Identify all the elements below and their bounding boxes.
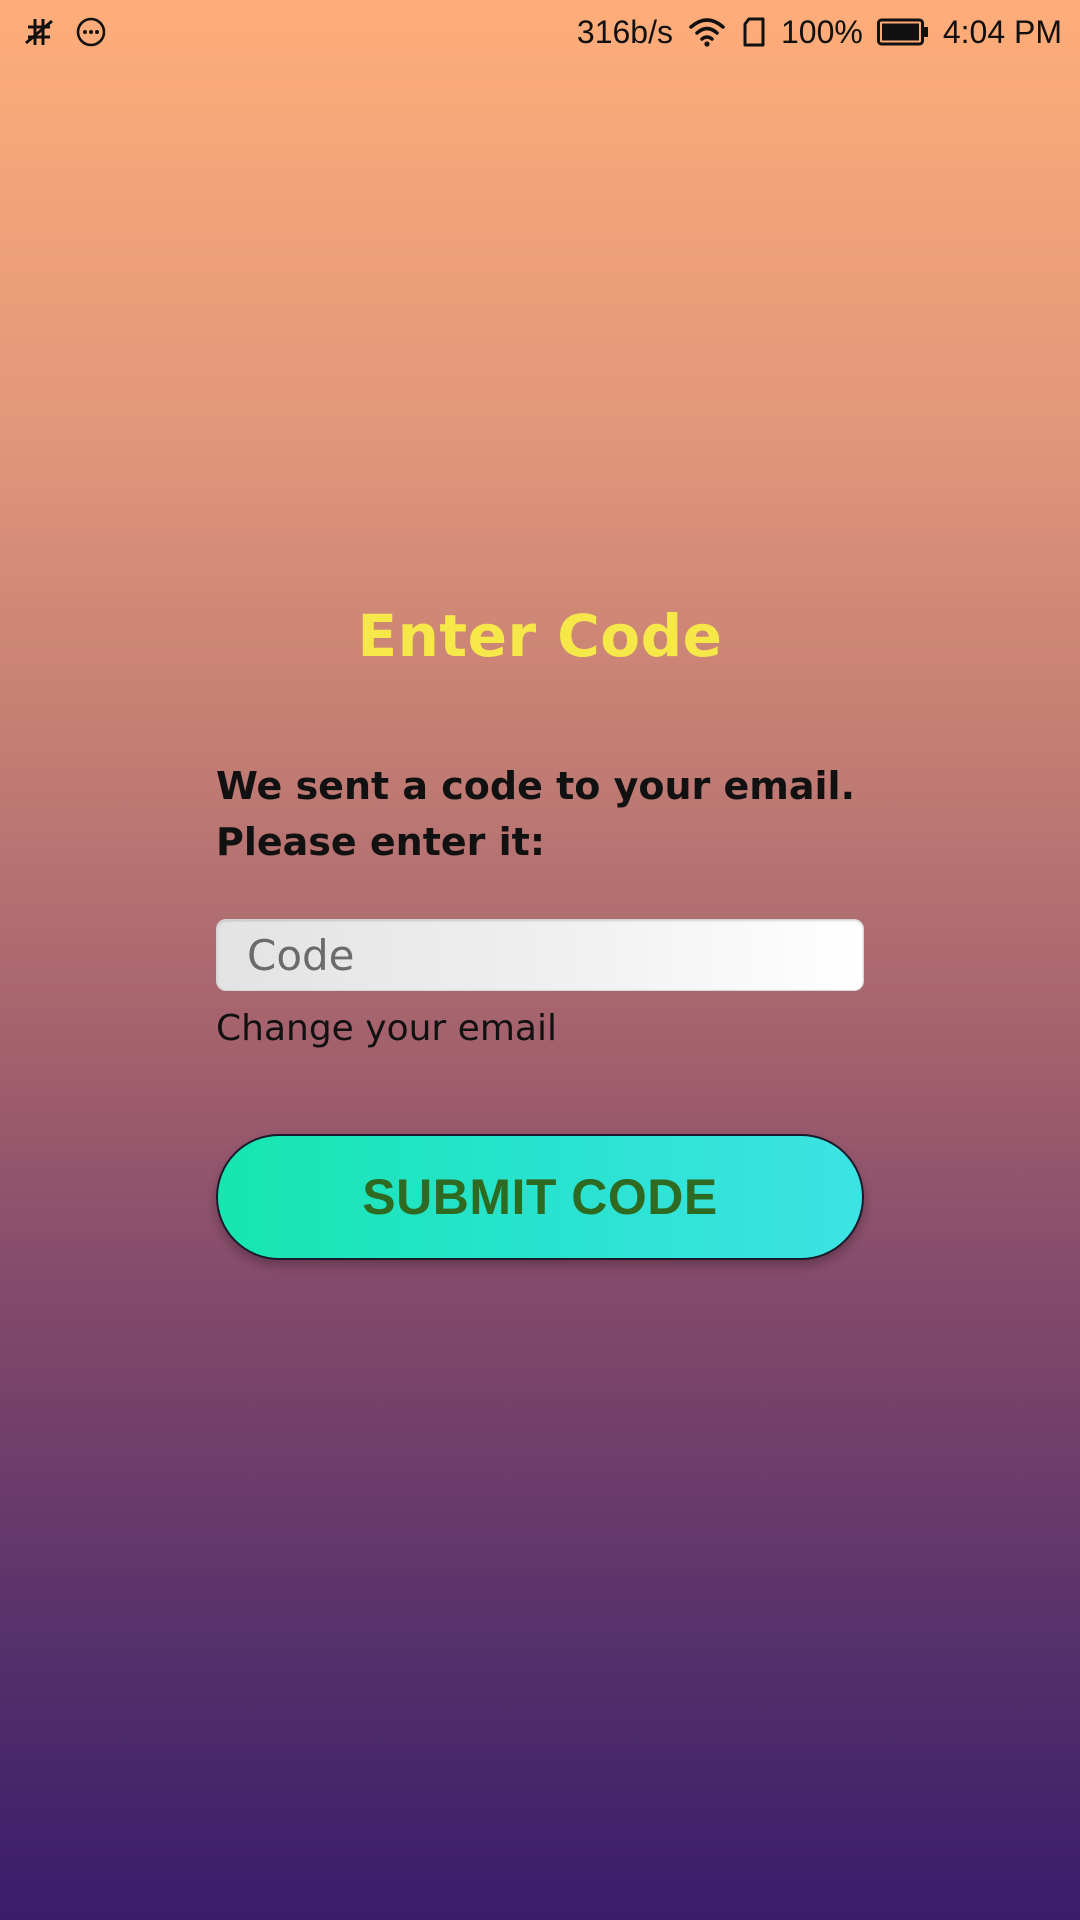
change-email-link[interactable]: Change your email [216, 1008, 557, 1049]
more-circle-icon [74, 15, 108, 49]
status-right-icons: 316b/s 100% 4:04 PM [577, 14, 1062, 51]
battery-percent: 100% [780, 13, 863, 50]
page-title: Enter Code [357, 602, 723, 670]
submit-code-button[interactable]: SUBMIT CODE [216, 1134, 864, 1260]
instruction-line-1: We sent a code to your email. [216, 764, 856, 808]
sim-icon [741, 16, 767, 48]
clock-time: 4:04 PM [942, 13, 1062, 50]
code-input[interactable] [217, 920, 863, 990]
status-bar: 316b/s 100% 4:04 PM [0, 0, 1080, 64]
network-speed: 316b/s [576, 13, 673, 50]
instruction-text: We sent a code to your email. Please ent… [216, 758, 866, 870]
code-field-container [216, 919, 864, 991]
battery-icon [876, 18, 929, 46]
status-left-icons [22, 15, 108, 49]
wifi-icon [687, 15, 727, 49]
instruction-line-2: Please enter it: [216, 820, 546, 864]
usb-debug-icon [22, 15, 56, 49]
